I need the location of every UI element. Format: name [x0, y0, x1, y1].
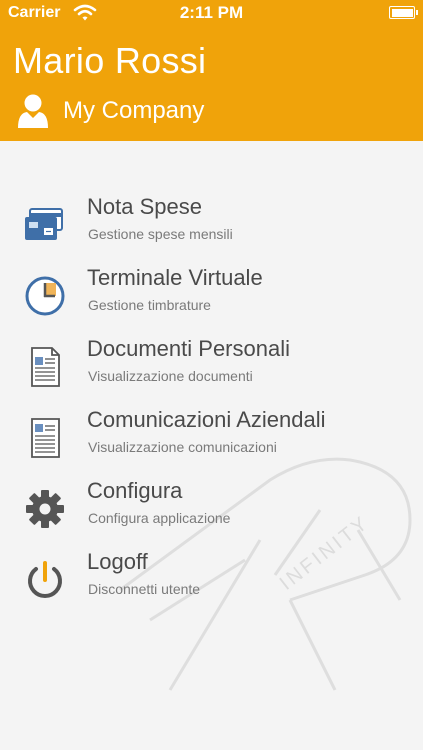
menu-item-title: Documenti Personali	[87, 336, 290, 361]
battery-icon	[389, 6, 418, 19]
document-icon	[31, 347, 60, 387]
menu-item-title: Configura	[87, 478, 183, 503]
menu-item-configura[interactable]: Configura Configura applicazione	[0, 470, 423, 540]
power-icon	[28, 561, 62, 598]
person-icon	[18, 94, 48, 128]
menu-item-subtitle: Disconnetti utente	[88, 581, 201, 597]
menu-item-subtitle: Gestione timbrature	[88, 297, 211, 313]
clock-label: 2:11 PM	[179, 3, 244, 22]
menu-item-title: Terminale Virtuale	[87, 265, 263, 290]
company-name: My Company	[63, 97, 205, 124]
clock-icon	[25, 276, 65, 316]
menu-item-title: Comunicazioni Aziendali	[87, 407, 326, 432]
menu-item-title: Logoff	[87, 549, 148, 574]
menu-item-documenti-personali[interactable]: Documenti Personali Visualizzazione docu…	[0, 328, 423, 398]
menu-item-subtitle: Configura applicazione	[88, 510, 231, 526]
status-bar: Carrier 2:11 PM	[0, 0, 423, 27]
menu-item-nota-spese[interactable]: Nota Spese Gestione spese mensili	[0, 186, 423, 256]
document-icon	[31, 418, 60, 458]
menu-item-title: Nota Spese	[87, 194, 202, 219]
user-name: Mario Rossi	[13, 40, 207, 81]
menu-item-subtitle: Visualizzazione documenti	[88, 368, 253, 384]
menu-item-terminale-virtuale[interactable]: Terminale Virtuale Gestione timbrature	[0, 257, 423, 327]
menu-item-comunicazioni-aziendali[interactable]: Comunicazioni Aziendali Visualizzazione …	[0, 399, 423, 469]
menu-item-subtitle: Visualizzazione comunicazioni	[88, 439, 277, 455]
profile-header: Mario Rossi My Company	[0, 27, 423, 141]
menu-item-logoff[interactable]: Logoff Disconnetti utente	[0, 541, 423, 611]
menu-item-subtitle: Gestione spese mensili	[88, 226, 233, 242]
gear-icon	[26, 490, 64, 528]
wallet-cards-icon	[25, 208, 63, 240]
